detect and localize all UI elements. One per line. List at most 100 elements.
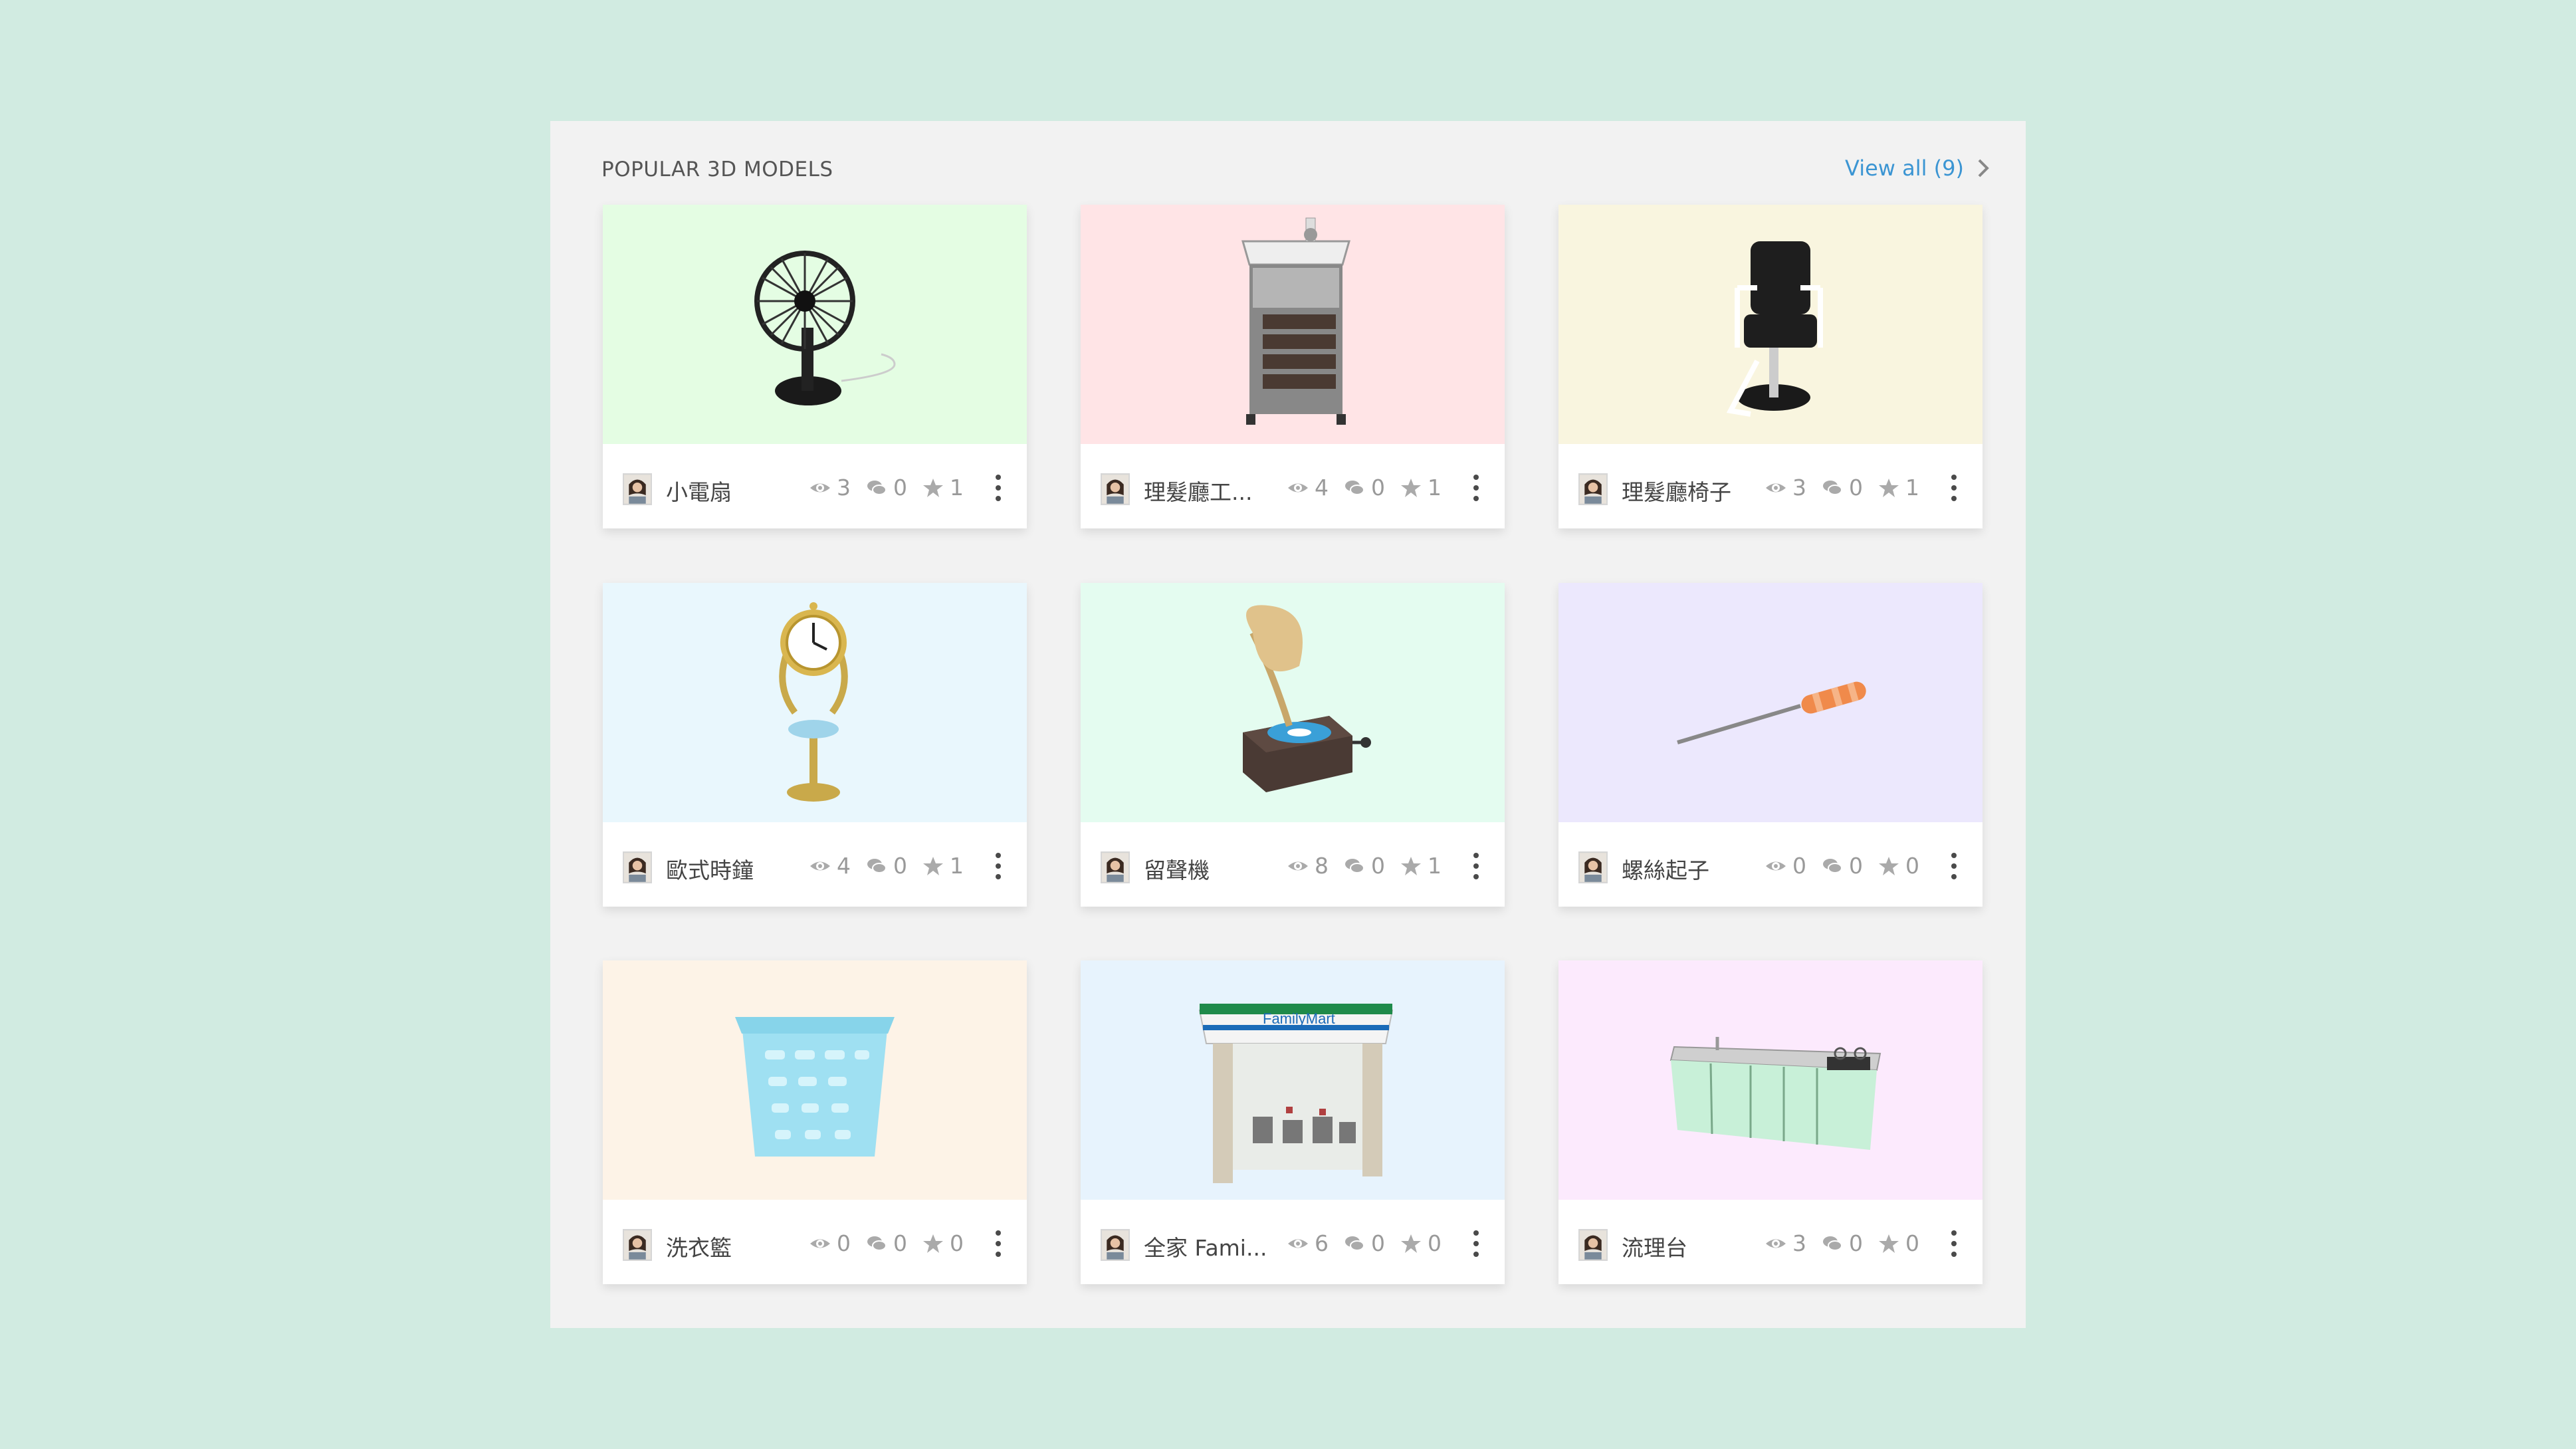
model-card[interactable]: 螺絲起子 0 0 0 (1558, 583, 1983, 907)
model-footer: 留聲機 8 0 1 (1081, 822, 1505, 907)
star-icon (923, 856, 943, 875)
model-stats: 0 0 0 (1765, 853, 1934, 879)
comment-icon (1823, 858, 1842, 873)
model-name[interactable]: 洗衣籃 (666, 1230, 732, 1262)
likes-stat: 1 (1878, 475, 1919, 501)
star-icon (1879, 478, 1899, 497)
more-options-icon[interactable] (1947, 1230, 1961, 1257)
laundry-basket-icon (735, 1017, 895, 1157)
more-options-icon[interactable] (992, 853, 1005, 879)
avatar[interactable] (623, 1229, 652, 1261)
more-options-icon[interactable] (1469, 1230, 1483, 1257)
avatar[interactable] (623, 851, 652, 883)
eye-icon (810, 483, 830, 492)
likes-count: 1 (1905, 475, 1919, 501)
kitchen-counter-icon (1669, 1037, 1881, 1150)
comments-stat: 0 (1821, 1230, 1863, 1256)
avatar[interactable] (623, 473, 652, 505)
likes-count: 1 (1428, 853, 1442, 879)
model-card[interactable]: 小電扇 3 0 1 (603, 205, 1027, 528)
avatar[interactable] (1101, 473, 1130, 505)
model-thumbnail[interactable] (603, 583, 1027, 822)
comments-stat: 0 (865, 475, 907, 501)
model-card[interactable]: 洗衣籃 0 0 0 (603, 960, 1027, 1284)
more-options-icon[interactable] (992, 1230, 1005, 1257)
model-thumbnail[interactable] (1081, 205, 1505, 444)
views-stat: 8 (1287, 853, 1329, 879)
model-name[interactable]: 歐式時鐘 (666, 853, 754, 885)
model-card[interactable]: 流理台 3 0 0 (1558, 960, 1983, 1284)
view-all-link[interactable]: View all (9) (1845, 156, 1989, 181)
views-count: 4 (837, 853, 851, 879)
comments-count: 0 (893, 475, 907, 501)
model-name[interactable]: 理髮廳工... (1144, 475, 1252, 506)
star-icon (1401, 856, 1421, 875)
popular-models-panel: POPULAR 3D MODELS View all (9) 小電扇 3 0 1… (550, 121, 2026, 1328)
likes-count: 0 (950, 1230, 964, 1256)
avatar[interactable] (1578, 851, 1608, 883)
views-count: 0 (837, 1230, 851, 1256)
model-stats: 8 0 1 (1287, 853, 1456, 879)
comments-stat: 0 (865, 1230, 907, 1256)
model-thumbnail[interactable] (1558, 205, 1983, 444)
comments-count: 0 (1849, 475, 1863, 501)
comment-icon (867, 858, 887, 873)
model-stats: 4 0 1 (1287, 475, 1456, 501)
views-count: 0 (1792, 853, 1806, 879)
model-thumbnail[interactable] (603, 205, 1027, 444)
european-clock-icon (779, 602, 848, 802)
model-name[interactable]: 螺絲起子 (1622, 853, 1709, 885)
views-stat: 0 (809, 1230, 851, 1256)
model-name[interactable]: 小電扇 (666, 475, 732, 506)
more-options-icon[interactable] (1469, 853, 1483, 879)
comment-icon (1823, 480, 1842, 495)
views-count: 3 (1792, 475, 1806, 501)
model-card[interactable]: FamilyMart 全家 Fami... 6 0 0 (1081, 960, 1505, 1284)
electric-fan-icon (754, 251, 896, 405)
likes-stat: 0 (922, 1230, 964, 1256)
comments-stat: 0 (1343, 853, 1385, 879)
avatar[interactable] (1578, 473, 1608, 505)
model-thumbnail[interactable]: FamilyMart (1081, 960, 1505, 1200)
model-name[interactable]: 留聲機 (1144, 853, 1210, 885)
model-name[interactable]: 流理台 (1622, 1230, 1687, 1262)
more-options-icon[interactable] (1947, 853, 1961, 879)
model-thumbnail[interactable] (603, 960, 1027, 1200)
views-count: 8 (1315, 853, 1329, 879)
model-footer: 洗衣籃 0 0 0 (603, 1200, 1027, 1284)
model-card[interactable]: 歐式時鐘 4 0 1 (603, 583, 1027, 907)
star-icon (1401, 1234, 1421, 1253)
more-options-icon[interactable] (992, 475, 1005, 501)
views-stat: 6 (1287, 1230, 1329, 1256)
model-thumbnail[interactable] (1081, 583, 1505, 822)
comments-count: 0 (1371, 475, 1385, 501)
comments-count: 0 (893, 853, 907, 879)
model-card[interactable]: 理髮廳工... 4 0 1 (1081, 205, 1505, 528)
model-card[interactable]: 留聲機 8 0 1 (1081, 583, 1505, 907)
likes-count: 1 (950, 853, 964, 879)
comment-icon (867, 480, 887, 495)
likes-count: 1 (950, 475, 964, 501)
section-title: POPULAR 3D MODELS (601, 158, 833, 181)
views-count: 4 (1315, 475, 1329, 501)
comment-icon (867, 1236, 887, 1251)
more-options-icon[interactable] (1947, 475, 1961, 501)
model-card[interactable]: 理髮廳椅子 3 0 1 (1558, 205, 1983, 528)
avatar[interactable] (1101, 1229, 1130, 1261)
model-thumbnail[interactable] (1558, 960, 1983, 1200)
model-name[interactable]: 全家 Fami... (1144, 1230, 1267, 1262)
eye-icon (810, 861, 830, 870)
comments-stat: 0 (1343, 1230, 1385, 1256)
avatar[interactable] (1101, 851, 1130, 883)
model-stats: 3 0 0 (1765, 1230, 1934, 1256)
salon-trolley-icon (1241, 217, 1350, 425)
star-icon (1879, 856, 1899, 875)
more-options-icon[interactable] (1469, 475, 1483, 501)
model-thumbnail[interactable] (1558, 583, 1983, 822)
familymart-store-icon: FamilyMart (1198, 1004, 1394, 1183)
model-stats: 0 0 0 (809, 1230, 978, 1256)
likes-stat: 1 (1400, 853, 1442, 879)
model-name[interactable]: 理髮廳椅子 (1622, 475, 1731, 506)
comment-icon (1345, 480, 1364, 495)
avatar[interactable] (1578, 1229, 1608, 1261)
